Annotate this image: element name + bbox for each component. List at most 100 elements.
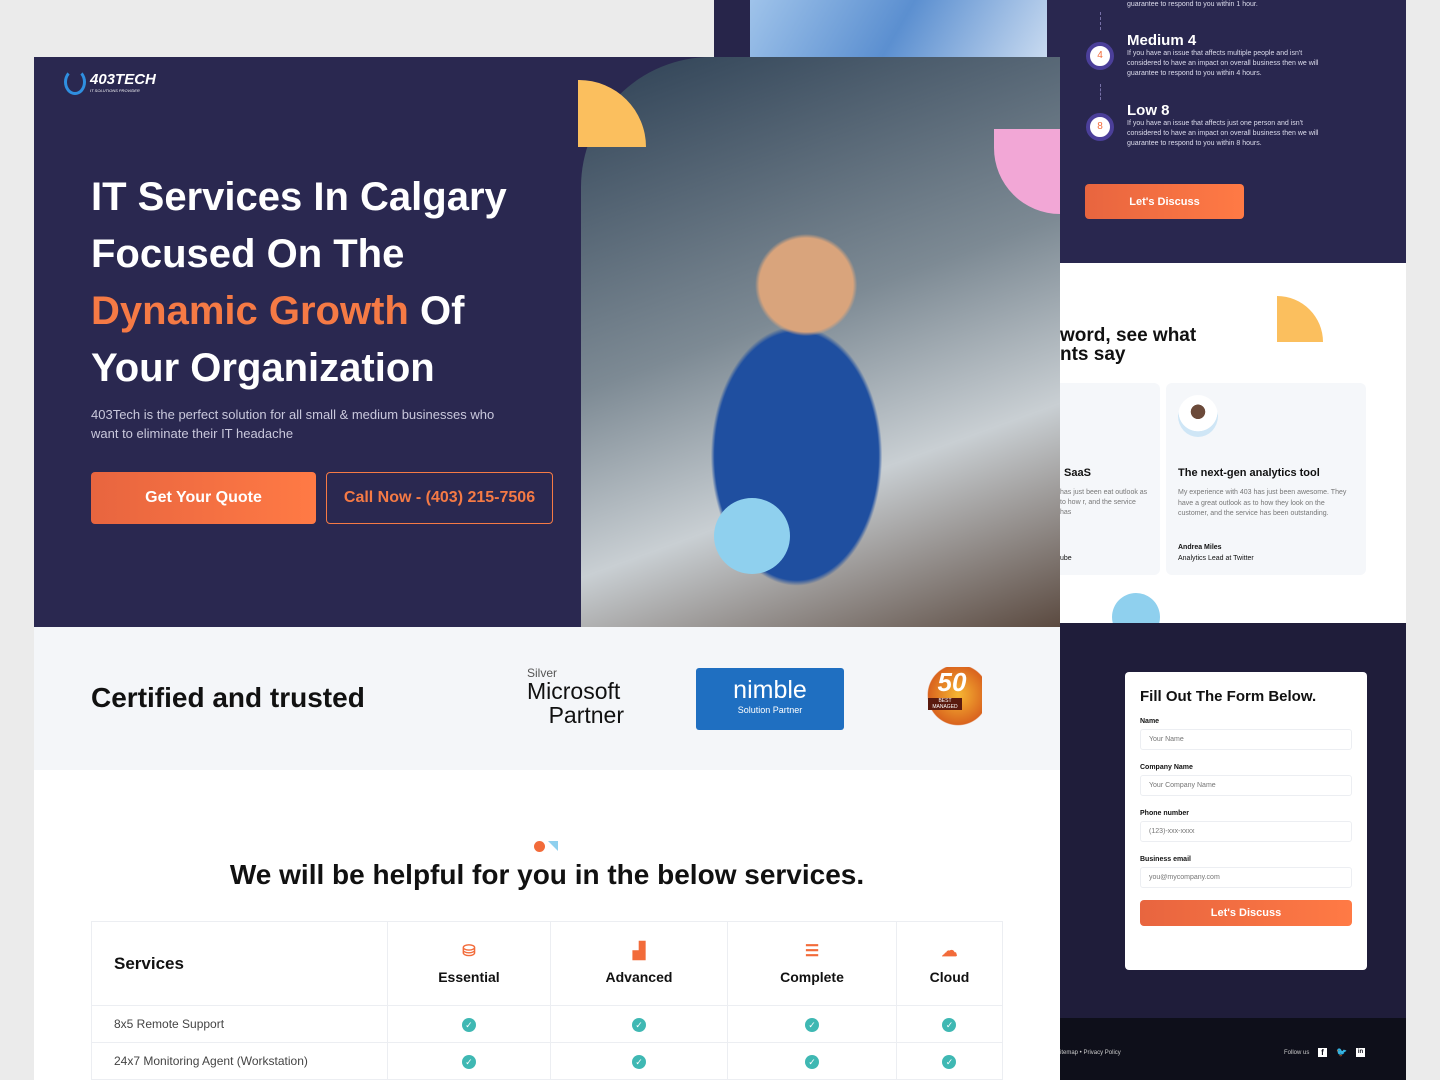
form-title: Fill Out The Form Below. [1140, 688, 1317, 705]
badge-number: 50 [937, 667, 967, 697]
services-table: Services ⛁ Essential ▟ Advanced ☰ Complete … [91, 921, 1004, 1080]
best-managed-logo: 50 BEST MANAGED [922, 667, 982, 729]
service-name: 24x7 Monitoring Agent (Workstation) [91, 1042, 388, 1080]
check-icon: ✓ [942, 1054, 957, 1069]
top-photo-strip [714, 0, 1060, 57]
priority-badge: 8 [1086, 113, 1114, 141]
certified-section: Certified and trusted Silver Microsoft P… [34, 627, 1060, 770]
check-icon: ✓ [942, 1017, 957, 1032]
hero-photo [581, 57, 1060, 627]
testimonial-card: SaaS has just been eat outlook as to how… [1060, 383, 1160, 575]
decor-shape [1277, 296, 1323, 342]
services-heading: We will be helpful for you in the below … [229, 859, 865, 890]
testimonials-section: word, see what nts say SaaS has just been… [1060, 263, 1406, 623]
check-icon: ✓ [461, 1054, 476, 1069]
submit-button[interactable]: Let's Discuss [1140, 900, 1352, 926]
service-name: 8x5 Remote Support [91, 1005, 388, 1043]
plan-name: Advanced [605, 968, 673, 985]
plan-name: Complete [780, 968, 844, 985]
ms-line1: Microsoft [527, 678, 621, 704]
company-label: Company Name [1140, 764, 1193, 771]
company-input[interactable] [1140, 775, 1352, 796]
check-icon: ✓ [804, 1017, 819, 1032]
priority-low: Low 8 If you have an issue that affects j… [1127, 102, 1337, 149]
footer: itemap • Privacy Policy Follow us f 🐦 in [1060, 1018, 1406, 1080]
email-label: Business email [1140, 856, 1191, 863]
priority-panel: guarantee to respond to you within 1 hou… [1047, 0, 1406, 263]
plan-cloud: ☁ Cloud [895, 921, 1004, 1006]
microsoft-partner-logo: Silver Microsoft Partner [527, 667, 624, 727]
name-input[interactable] [1140, 729, 1352, 750]
check-icon: ✓ [631, 1054, 646, 1069]
priority-badge: 4 [1086, 42, 1114, 70]
call-now-button[interactable]: Call Now - (403) 215-7506 [326, 472, 553, 524]
decor-dot [534, 841, 545, 852]
logo-name: 403TECH [90, 71, 156, 88]
contact-section: Fill Out The Form Below. Name Company Na… [1060, 623, 1406, 1018]
heading-line: nts say [1060, 344, 1126, 365]
ms-line2: Partner [548, 702, 624, 728]
priority-title: Low 8 [1127, 102, 1170, 119]
cloud-icon: ☁ [941, 942, 958, 960]
avatar [1178, 395, 1218, 437]
plan-name: Essential [438, 968, 500, 985]
card-author: Andrea Miles [1178, 544, 1222, 551]
check-icon: ✓ [631, 1017, 646, 1032]
certified-title: Certified and trusted [91, 682, 365, 713]
name-label: Name [1140, 718, 1160, 725]
building-icon: ▟ [632, 942, 646, 960]
card-text: My experience with 403 has just been awe… [1178, 489, 1347, 517]
testimonial-card: The next-gen analytics tool My experienc… [1166, 383, 1366, 575]
phone-label: Phone number [1140, 810, 1190, 817]
table-row: 8x5 Remote Support ✓ ✓ ✓ ✓ [91, 1005, 1004, 1043]
decor-circle [714, 498, 790, 574]
hero-subtitle: 403Tech is the perfect solution for all … [91, 407, 495, 441]
priority-medium: Medium 4 If you have an issue that affect… [1127, 32, 1337, 79]
plan-advanced: ▟ Advanced [549, 921, 729, 1006]
timeline-line [1100, 12, 1101, 30]
services-header: Services [91, 921, 388, 1006]
linkedin-icon[interactable]: in [1356, 1048, 1365, 1057]
plan-essential: ⛁ Essential [387, 921, 551, 1006]
badge-label: BEST MANAGED [928, 698, 962, 710]
plan-name: Cloud [929, 968, 970, 985]
priority-title: Medium 4 [1127, 32, 1197, 49]
title-accent: Dynamic Growth [91, 289, 409, 333]
lets-discuss-button[interactable]: Let's Discuss [1085, 184, 1244, 219]
main-page: 403TECH IT SOLUTIONS PROVIDER IT Services… [34, 57, 1060, 1080]
testimonials-heading: word, see what nts say [1060, 326, 1196, 364]
decor-triangle [548, 841, 558, 851]
get-quote-button[interactable]: Get Your Quote [91, 472, 316, 524]
card-role: Analytics Lead at Twitter [1178, 555, 1254, 562]
table-header-row: Services ⛁ Essential ▟ Advanced ☰ Complete … [91, 921, 1004, 1006]
facebook-icon[interactable]: f [1318, 1048, 1327, 1057]
plan-complete: ☰ Complete [727, 921, 897, 1006]
card-title: SaaS [1064, 467, 1091, 479]
twitter-icon[interactable]: 🐦 [1336, 1047, 1347, 1058]
title-line: Your Organization [91, 346, 435, 390]
logo[interactable]: 403TECH IT SOLUTIONS PROVIDER [64, 69, 156, 95]
title-line: Of [408, 289, 465, 333]
nimble-name: nimble [733, 676, 807, 704]
hero-title: IT Services In Calgary Focused On The Dyna… [91, 169, 561, 397]
phone-input[interactable] [1140, 821, 1352, 842]
card-text: has just been eat outlook as to how r, a… [1060, 489, 1148, 516]
contact-form: Fill Out The Form Below. Name Company Na… [1125, 672, 1367, 970]
email-input[interactable] [1140, 867, 1352, 888]
check-icon: ✓ [461, 1017, 476, 1032]
server-icon: ☰ [804, 942, 820, 960]
database-icon: ⛁ [462, 942, 476, 960]
title-line: Focused On The [91, 232, 405, 276]
decor-circle [1112, 593, 1160, 623]
card-role: ube [1060, 555, 1072, 562]
card-title: The next-gen analytics tool [1178, 467, 1320, 479]
nimble-partner-logo: nimble Solution Partner [696, 668, 844, 730]
photo [750, 0, 1047, 57]
check-icon: ✓ [804, 1054, 819, 1069]
logo-tagline: IT SOLUTIONS PROVIDER [90, 88, 140, 93]
hero-section: 403TECH IT SOLUTIONS PROVIDER IT Services… [34, 57, 1060, 627]
title-line: IT Services In Calgary [91, 175, 507, 219]
follow-label: Follow us [1284, 1050, 1310, 1056]
footer-links[interactable]: itemap • Privacy Policy [1060, 1050, 1121, 1056]
priority-text: If you have an issue that affects just o… [1127, 120, 1319, 147]
